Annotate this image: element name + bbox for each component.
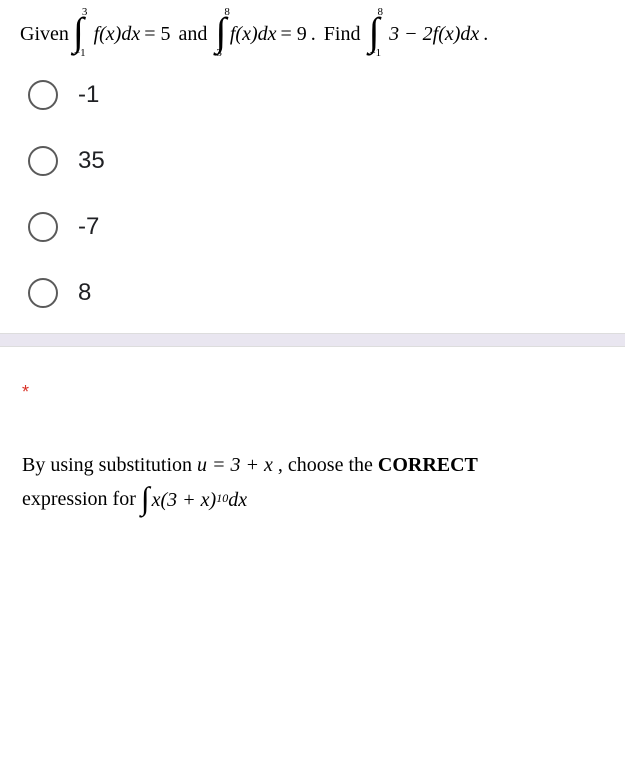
q1-find: Find: [324, 18, 361, 50]
question-1-text: Given ∫ 3 −1 f(x)dx = 5 and ∫ 8 3 f(x)dx…: [20, 18, 605, 50]
options-group: -1 35 -7 8: [20, 80, 605, 308]
option-label: 8: [78, 279, 91, 307]
required-indicator: *: [22, 382, 603, 403]
option-label: -7: [78, 213, 99, 241]
option-label: -1: [78, 81, 99, 109]
integral-3: ∫ 8 −1 3 − 2f(x)dx: [368, 18, 479, 50]
question-2-text: By using substitution u = 3 + x , choose…: [22, 448, 603, 517]
radio-icon[interactable]: [28, 80, 58, 110]
option-4[interactable]: 8: [28, 278, 605, 308]
q1-and: and: [179, 18, 208, 50]
integral-4: ∫ x(3 + x)10 dx: [141, 483, 247, 517]
section-divider: [0, 333, 625, 347]
question-2-block: * By using substitution u = 3 + x , choo…: [0, 347, 625, 537]
option-3[interactable]: -7: [28, 212, 605, 242]
integral-2: ∫ 8 3 f(x)dx = 9: [215, 18, 306, 50]
integral-1: ∫ 3 −1 f(x)dx = 5: [73, 18, 171, 50]
radio-icon[interactable]: [28, 278, 58, 308]
option-label: 35: [78, 147, 105, 175]
option-2[interactable]: 35: [28, 146, 605, 176]
q1-prefix: Given: [20, 18, 69, 50]
integral-sign-icon: ∫: [141, 487, 150, 509]
option-1[interactable]: -1: [28, 80, 605, 110]
radio-icon[interactable]: [28, 212, 58, 242]
question-1-block: Given ∫ 3 −1 f(x)dx = 5 and ∫ 8 3 f(x)dx…: [0, 0, 625, 333]
radio-icon[interactable]: [28, 146, 58, 176]
